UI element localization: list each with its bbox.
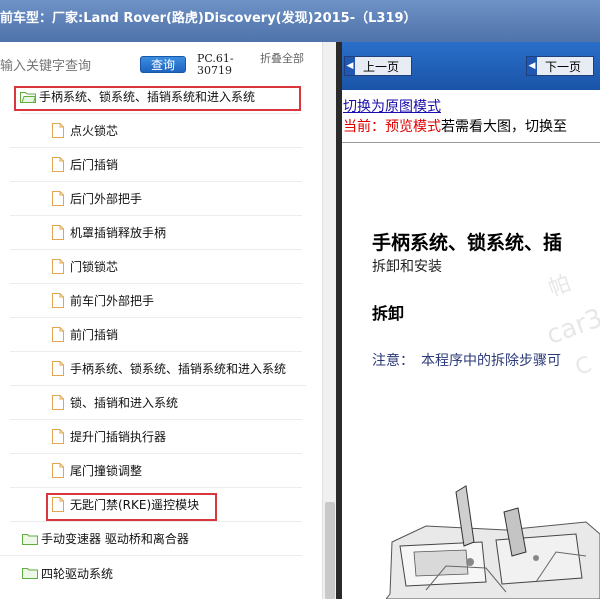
tree-scrollbar-thumb[interactable] [325, 502, 335, 599]
tree-item[interactable]: 后门外部把手 [10, 182, 302, 216]
tree-item[interactable]: 点火锁芯 [10, 114, 302, 148]
document-title: 手柄系统、锁系统、插 [372, 232, 563, 254]
folder-icon [22, 567, 38, 579]
tree-item-label: 机罩插销释放手柄 [70, 226, 167, 240]
document-icon [52, 463, 64, 478]
document-icon [52, 259, 64, 274]
tree-folder-four-wheel-drive[interactable]: 四轮驱动系统 [0, 556, 302, 590]
document-separator [342, 142, 600, 143]
tree-item-label: 后门外部把手 [70, 192, 143, 206]
document-icon [52, 429, 64, 444]
search-input[interactable] [0, 56, 128, 76]
arrow-left-icon: ◀ [527, 57, 537, 75]
document-icon [52, 497, 64, 512]
tree-folder-handle-lock-system[interactable]: 手柄系统、锁系统、插销系统和进入系统 [20, 80, 300, 114]
document-icon [52, 327, 64, 342]
document-icon [52, 395, 64, 410]
document-icon [52, 225, 64, 240]
switch-original-mode-link[interactable]: 切换为原图模式 [343, 96, 441, 116]
folder-open-icon [20, 91, 36, 103]
tree-item-label: 门锁锁芯 [70, 260, 119, 274]
prev-page-button[interactable]: ◀ 上一页 [344, 56, 412, 76]
document-icon [52, 293, 64, 308]
document-icon [52, 191, 64, 206]
tree-item-label: 提升门插销执行器 [70, 430, 167, 444]
folder-icon [22, 533, 38, 545]
watermark: C [572, 352, 596, 381]
tree-item-label: 锁、插销和进入系统 [70, 396, 179, 410]
tree-item[interactable]: 门锁锁芯 [10, 250, 302, 284]
watermark: car3 [542, 303, 600, 351]
tree-folder-label: 手动变速器 驱动桥和离合器 [41, 532, 189, 546]
tree-folder-label: 四轮驱动系统 [41, 566, 114, 581]
tree-item[interactable]: 前门插销 [10, 318, 302, 352]
tree-item-rke-module[interactable]: 无匙门禁(RKE)遥控模块 [10, 488, 302, 522]
tree-item-label: 后门插销 [70, 158, 119, 172]
watermark: 帕 [545, 270, 575, 302]
component-illustration [386, 485, 600, 599]
tree-item[interactable]: 锁、插销和进入系统 [10, 386, 302, 420]
tree-item[interactable]: 前车门外部把手 [10, 284, 302, 318]
tree-item-label: 尾门撞锁调整 [70, 464, 143, 478]
query-button[interactable]: 查询 [140, 56, 186, 73]
document-section-heading: 拆卸 [372, 304, 405, 323]
status-suffix: 若需看大图，切换至 [441, 119, 567, 135]
viewer-toolbar: ◀ 上一页 ◀ 下一页 [342, 42, 600, 90]
tree-item-label: 前车门外部把手 [70, 294, 155, 308]
arrow-left-icon: ◀ [345, 57, 355, 75]
tree-item-label: 点火锁芯 [70, 124, 119, 138]
document-subtitle: 拆卸和安装 [372, 259, 442, 275]
status-prefix: 当前：预览模式 [343, 119, 441, 135]
tree-item[interactable]: 机罩插销释放手柄 [10, 216, 302, 250]
tree-item[interactable]: 尾门撞锁调整 [10, 454, 302, 488]
tree-item[interactable]: 提升门插销执行器 [10, 420, 302, 454]
collapse-all-link[interactable]: 折叠全部 [260, 53, 304, 65]
document-icon [52, 123, 64, 138]
tree-item-label: 手柄系统、锁系统、插销系统和进入系统 [70, 362, 287, 376]
next-page-button[interactable]: ◀ 下一页 [526, 56, 594, 76]
pc-code: PC.61-30719 [197, 52, 234, 77]
document-icon [52, 157, 64, 172]
window-title: 前车型：厂家:Land Rover(路虎)Discovery(发现)2015-（… [0, 11, 417, 26]
tree-folder-manual-transmission[interactable]: 手动变速器 驱动桥和离合器 [0, 522, 302, 556]
tree-item[interactable]: 手柄系统、锁系统、插销系统和进入系统 [10, 352, 306, 386]
window-title-bar: 前车型：厂家:Land Rover(路虎)Discovery(发现)2015-（… [0, 0, 600, 42]
tree-item-label: 无匙门禁(RKE)遥控模块 [70, 498, 200, 512]
document-note: 注意： 本程序中的拆除步骤可 [372, 353, 561, 369]
document-icon [52, 361, 64, 376]
left-tree-panel: 查询 PC.61-30719 折叠全部 手柄系统、锁系统、插销系统和进入系统 点… [0, 42, 336, 599]
tree-folder-label: 手柄系统、锁系统、插销系统和进入系统 [39, 90, 256, 104]
preview-status: 当前：预览模式若需看大图，切换至 [343, 116, 567, 136]
tree-scrollbar[interactable] [322, 42, 336, 599]
document-viewer: ◀ 上一页 ◀ 下一页 切换为原图模式 当前：预览模式若需看大图，切换至 帕 c… [342, 42, 600, 599]
tree-item-label: 前门插销 [70, 328, 119, 342]
tree-item[interactable]: 后门插销 [10, 148, 302, 182]
